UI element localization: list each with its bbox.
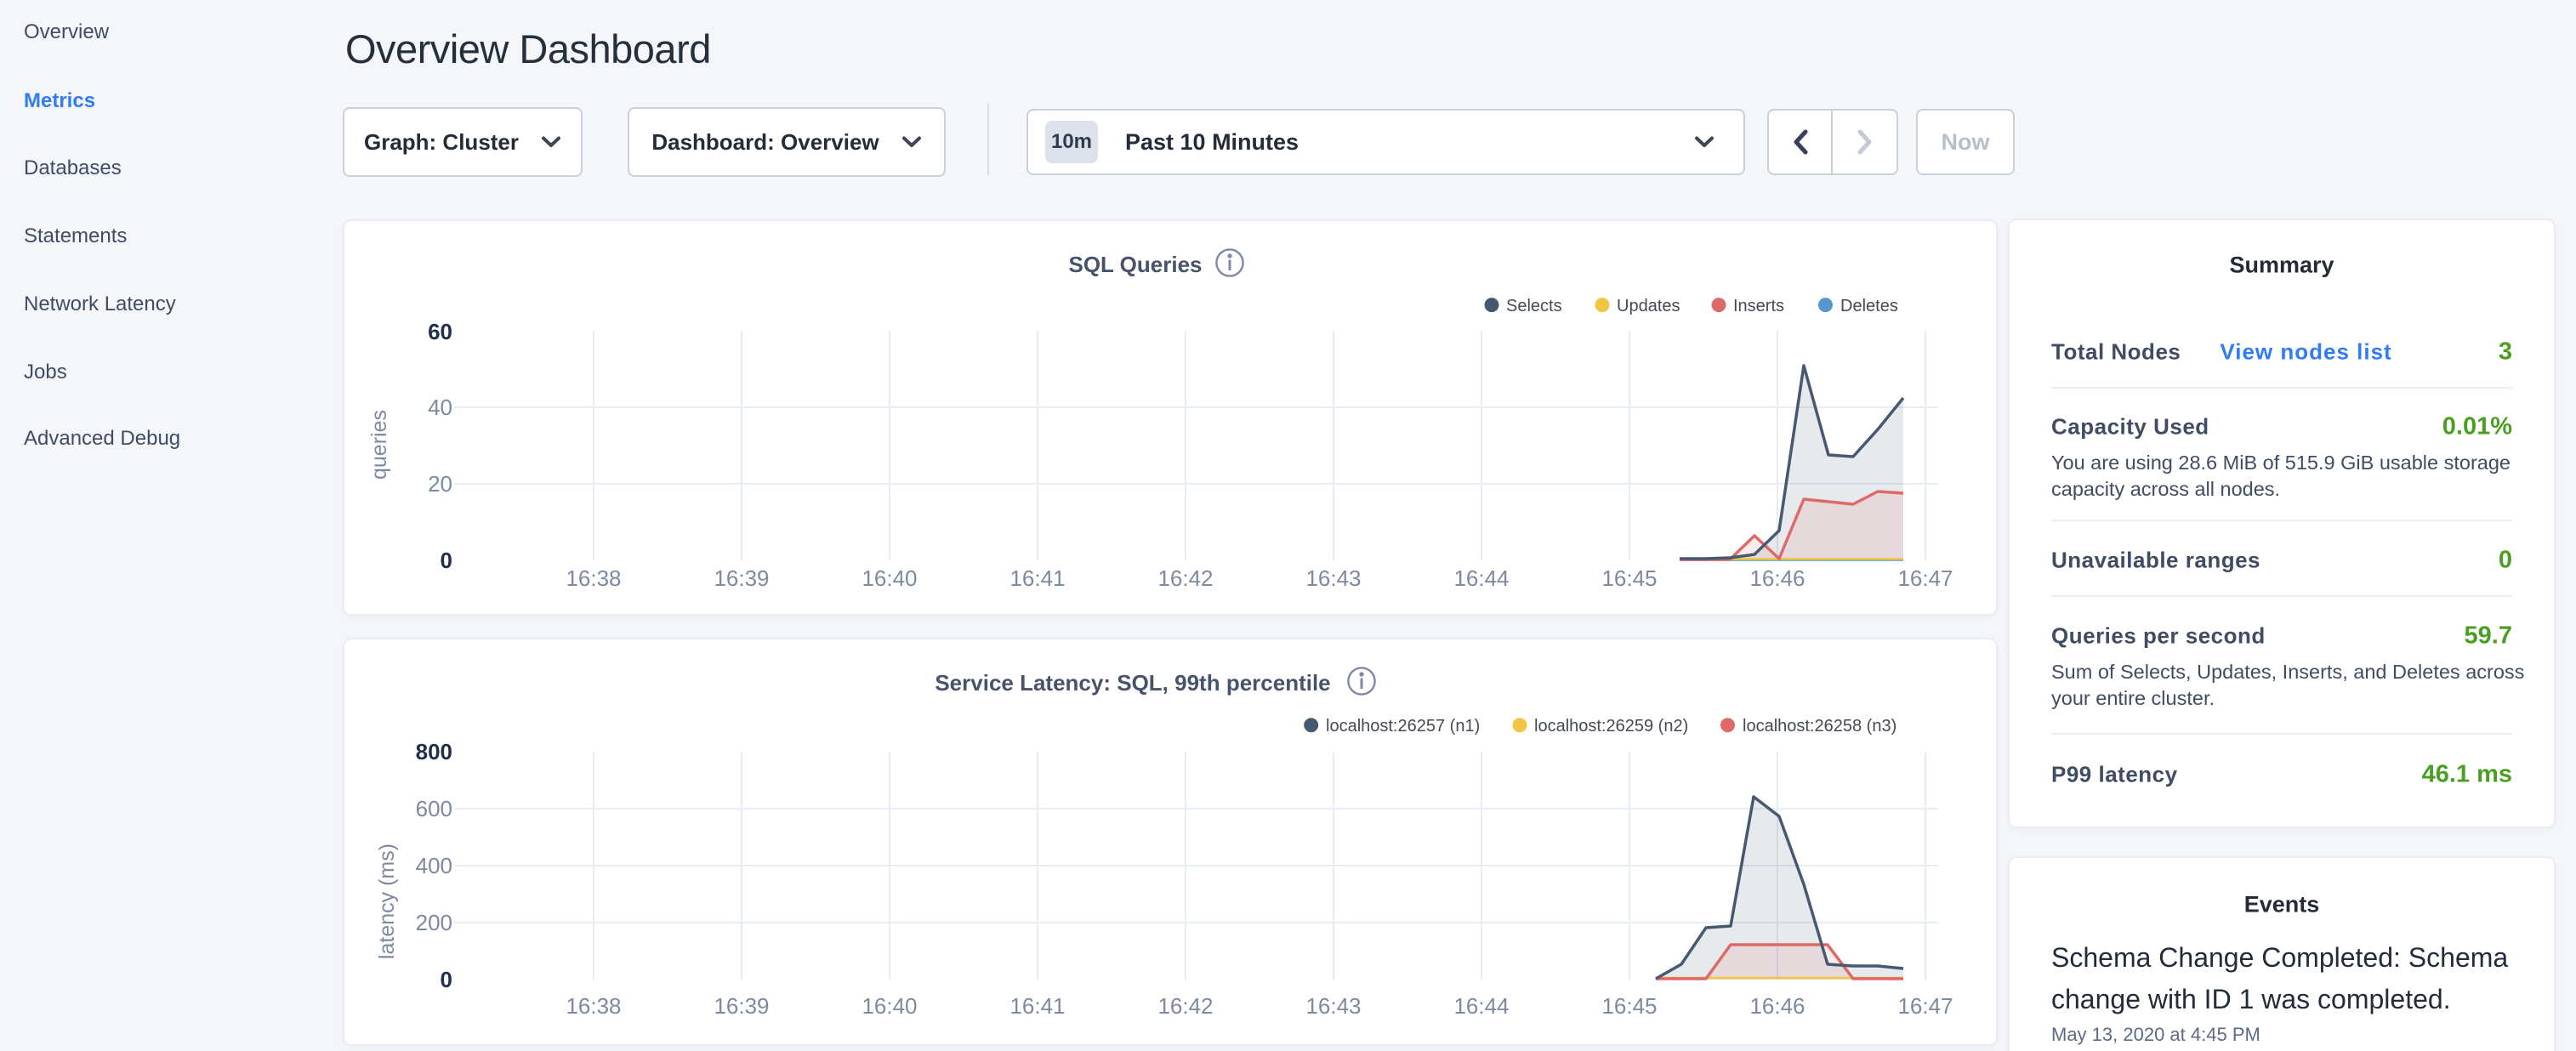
svg-text:0: 0 [441, 548, 452, 573]
svg-text:0: 0 [441, 967, 452, 992]
svg-text:200: 200 [416, 910, 452, 935]
svg-text:800: 800 [416, 739, 452, 764]
svg-text:Selects: Selects [1506, 297, 1562, 315]
svg-text:Service Latency: SQL, 99th per: Service Latency: SQL, 99th percentile [935, 670, 1330, 696]
svg-text:16:41: 16:41 [1009, 993, 1065, 1019]
svg-text:queries: queries [367, 410, 391, 480]
svg-text:60: 60 [428, 319, 452, 344]
svg-text:600: 600 [416, 796, 452, 821]
svg-text:SQL Queries: SQL Queries [1068, 252, 1202, 277]
svg-text:Inserts: Inserts [1733, 297, 1784, 315]
svg-text:16:39: 16:39 [714, 565, 769, 591]
svg-text:16:46: 16:46 [1749, 993, 1805, 1019]
svg-text:16:42: 16:42 [1157, 565, 1213, 591]
svg-text:16:43: 16:43 [1305, 565, 1361, 591]
svg-text:16:38: 16:38 [566, 565, 621, 591]
svg-text:16:45: 16:45 [1601, 993, 1657, 1019]
svg-text:16:47: 16:47 [1897, 565, 1953, 591]
svg-text:Updates: Updates [1617, 297, 1680, 315]
svg-text:16:39: 16:39 [714, 993, 769, 1019]
svg-text:Deletes: Deletes [1840, 297, 1898, 315]
svg-text:20: 20 [428, 471, 452, 497]
svg-text:16:47: 16:47 [1897, 993, 1953, 1019]
svg-text:localhost:26259 (n2): localhost:26259 (n2) [1534, 717, 1688, 736]
svg-text:16:45: 16:45 [1601, 565, 1657, 591]
svg-text:16:40: 16:40 [862, 565, 917, 591]
svg-text:16:40: 16:40 [862, 993, 917, 1019]
svg-text:localhost:26257 (n1): localhost:26257 (n1) [1326, 717, 1480, 736]
svg-text:latency (ms): latency (ms) [375, 844, 399, 959]
svg-text:16:42: 16:42 [1157, 993, 1213, 1019]
svg-text:400: 400 [416, 853, 452, 878]
svg-text:localhost:26258 (n3): localhost:26258 (n3) [1743, 717, 1896, 736]
svg-text:16:46: 16:46 [1749, 565, 1805, 591]
svg-text:16:44: 16:44 [1453, 993, 1509, 1019]
svg-text:16:38: 16:38 [566, 993, 621, 1019]
svg-text:16:41: 16:41 [1009, 565, 1065, 591]
svg-text:16:43: 16:43 [1305, 993, 1361, 1019]
svg-text:16:44: 16:44 [1453, 565, 1509, 591]
svg-text:40: 40 [428, 395, 452, 420]
